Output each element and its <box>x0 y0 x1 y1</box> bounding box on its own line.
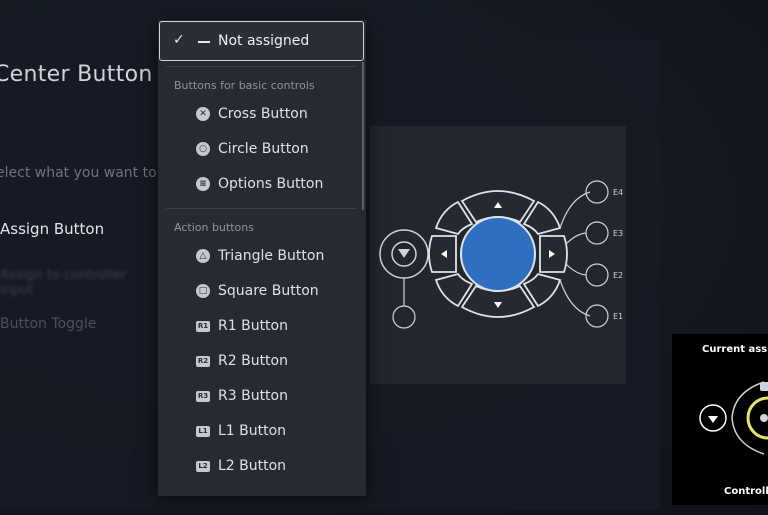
controller-label: Controlle <box>724 486 768 497</box>
l2-icon: L2 <box>196 460 210 472</box>
dropdown-selected-item[interactable]: ✓ Not assigned <box>159 21 364 61</box>
cross-icon: ✕ <box>196 107 210 121</box>
checkmark-icon: ✓ <box>173 32 185 48</box>
menu-item-cross[interactable]: ✕ Cross Button <box>196 102 308 126</box>
options-icon: ≡ <box>196 177 210 191</box>
menu-item-square[interactable]: □ Square Button <box>196 279 319 303</box>
square-icon: □ <box>196 284 210 298</box>
expansion-port-label: E3 <box>613 229 623 238</box>
menu-item-l2[interactable]: L2 L2 Button <box>196 454 286 478</box>
mini-controller-graphic <box>699 381 768 455</box>
assign-to-input-option[interactable]: Assign to controller input <box>0 268 150 298</box>
menu-item-r1[interactable]: R1 R1 Button <box>196 314 288 338</box>
l1-icon: L1 <box>196 425 210 437</box>
menu-item-circle[interactable]: ○ Circle Button <box>196 137 309 161</box>
dash-icon <box>198 41 210 43</box>
menu-item-r2[interactable]: R2 R2 Button <box>196 349 288 373</box>
r1-icon: R1 <box>196 320 210 332</box>
r3-icon: R3 <box>196 390 210 402</box>
triangle-icon: △ <box>196 249 210 263</box>
menu-item-l1[interactable]: L1 L1 Button <box>196 419 286 443</box>
menu-item-triangle[interactable]: △ Triangle Button <box>196 244 324 268</box>
dropdown-divider <box>166 66 356 67</box>
dropdown-divider <box>166 208 356 209</box>
menu-item-r3[interactable]: R3 R3 Button <box>196 384 288 408</box>
section-header-action: Action buttons <box>174 221 254 234</box>
menu-item-options[interactable]: ≡ Options Button <box>196 172 323 196</box>
page-title: Center Button <box>0 62 153 87</box>
circle-icon: ○ <box>196 142 210 156</box>
button-toggle-option[interactable]: Button Toggle <box>0 316 96 332</box>
current-assignment-card: Current assig Controlle <box>672 334 768 505</box>
selected-label: Not assigned <box>218 33 310 49</box>
controller-diagram-graphic: E4 E3 E2 E1 <box>379 180 623 329</box>
controller-diagram: E4 E3 E2 E1 <box>370 126 626 384</box>
r2-icon: R2 <box>196 355 210 367</box>
expansion-port-label: E4 <box>613 188 623 197</box>
instruction-text: elect what you want to a <box>0 165 170 181</box>
expansion-port-label: E2 <box>613 271 623 280</box>
expansion-port-label: E1 <box>613 312 623 321</box>
dropdown-scrollbar[interactable] <box>362 62 364 210</box>
section-header-basic: Buttons for basic controls <box>174 79 315 92</box>
assign-button-option[interactable]: Assign Button <box>0 220 104 238</box>
